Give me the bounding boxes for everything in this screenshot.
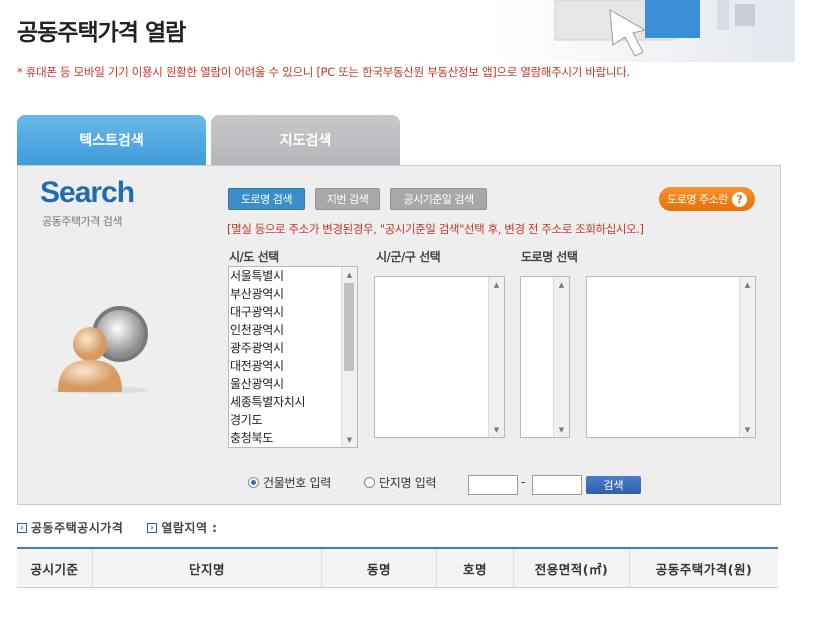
sigungu-scrollbar[interactable]: ▲ ▼ [488,277,504,437]
search-logo: Search [40,176,135,209]
road-address-help-label: 도로명 주소란 [667,193,728,206]
number-separator: - [521,475,526,489]
scroll-up-icon[interactable]: ▲ [489,277,504,292]
table-header-row: 공시기준 단지명 동명 호명 전용면적(㎡) 공동주택가격(원) [17,548,778,588]
road-initial-select[interactable]: ▲ ▼ [520,276,570,438]
scroll-down-icon[interactable]: ▼ [740,422,755,437]
column-header-price: 공동주택가격(원) [629,548,778,588]
column-header-unit: 호명 [436,548,514,588]
address-change-warning: [멸실 등으로 주소가 변경된경우, "공시기준일 검색"선택 후, 변경 전 … [227,222,644,236]
road-name-search-button[interactable]: 도로명 검색 [228,188,305,210]
region-info-label: 열람지역 : [161,521,218,535]
date-search-button[interactable]: 공시기준일 검색 [390,188,487,210]
column-header-area: 전용면적(㎡) [513,548,630,588]
result-table: 공시기준 단지명 동명 호명 전용면적(㎡) 공동주택가격(원) [17,547,778,588]
sub-number-input[interactable] [532,475,582,495]
info-row: › 공동주택공시가격 › 열람지역 : [17,519,217,536]
search-panel: Search 공동주택가격 검색 도로명 검색 지번 검색 공시기준일 검색 도… [17,165,781,505]
person-magnifier-illustration [52,306,148,394]
help-icon: ? [731,191,747,207]
sido-option[interactable]: 서울특별시 [230,267,357,285]
scroll-up-icon[interactable]: ▲ [342,267,357,282]
page-title: 공동주택가격 열람 [17,20,186,46]
sido-option[interactable]: 부산광역시 [230,285,357,303]
tab-map-search[interactable]: 지도검색 [211,115,400,165]
column-header-complex: 단지명 [92,548,322,588]
search-button[interactable]: 검색 [586,476,641,494]
building-number-radio[interactable]: 건물번호 입력 [248,474,331,491]
column-header-date: 공시기준 [17,548,93,588]
sido-option[interactable]: 대구광역시 [230,303,357,321]
scroll-down-icon[interactable]: ▼ [489,422,504,437]
price-info-label: 공동주택공시가격 [31,521,124,535]
sido-option[interactable]: 울산광역시 [230,375,357,393]
scroll-down-icon[interactable]: ▼ [554,422,569,437]
sigungu-select[interactable]: ▲ ▼ [374,276,505,438]
search-logo-subtitle: 공동주택가격 검색 [42,215,122,228]
mobile-notice: * 휴대폰 등 모바일 기기 이용시 원활한 열람이 어려울 수 있으니 [PC… [17,65,630,79]
road-name-select[interactable]: ▲ ▼ [586,276,756,438]
sido-select[interactable]: 서울특별시 부산광역시 대구광역시 인천광역시 광주광역시 대전광역시 울산광역시 세종특별자… [228,266,358,448]
arrow-right-icon: › [147,522,158,533]
sido-scrollbar[interactable]: ▲ ▼ [341,267,357,447]
sido-option[interactable]: 충청북도 [230,429,357,447]
jibun-search-button[interactable]: 지번 검색 [315,188,380,210]
road-name-label: 도로명 선택 [521,250,578,264]
complex-name-radio-label: 단지명 입력 [379,476,437,490]
main-number-input[interactable] [468,475,518,495]
complex-name-radio[interactable]: 단지명 입력 [364,474,437,491]
scroll-up-icon[interactable]: ▲ [740,277,755,292]
building-number-radio-label: 건물번호 입력 [263,476,331,490]
sigungu-label: 시/군/구 선택 [376,250,441,264]
radio-selected-icon[interactable] [248,477,259,488]
scroll-down-icon[interactable]: ▼ [342,432,357,447]
sido-option[interactable]: 대전광역시 [230,357,357,375]
sido-option-list: 서울특별시 부산광역시 대구광역시 인천광역시 광주광역시 대전광역시 울산광역시 세종특별자… [229,267,357,447]
sido-option[interactable]: 경기도 [230,411,357,429]
road-address-help-button[interactable]: 도로명 주소란 ? [659,187,755,211]
road-initial-scrollbar[interactable]: ▲ ▼ [553,277,569,437]
sido-label: 시/도 선택 [229,250,279,264]
scroll-up-icon[interactable]: ▲ [554,277,569,292]
tab-text-search[interactable]: 텍스트검색 [17,115,206,165]
road-name-scrollbar[interactable]: ▲ ▼ [739,277,755,437]
sido-option[interactable]: 세종특별자치시 [230,393,357,411]
column-header-building: 동명 [321,548,437,588]
radio-unselected-icon[interactable] [364,477,375,488]
sido-option[interactable]: 인천광역시 [230,321,357,339]
header-decoration-graphic [495,0,795,62]
scroll-thumb[interactable] [344,283,354,371]
arrow-right-icon: › [17,522,27,533]
sido-option[interactable]: 광주광역시 [230,339,357,357]
